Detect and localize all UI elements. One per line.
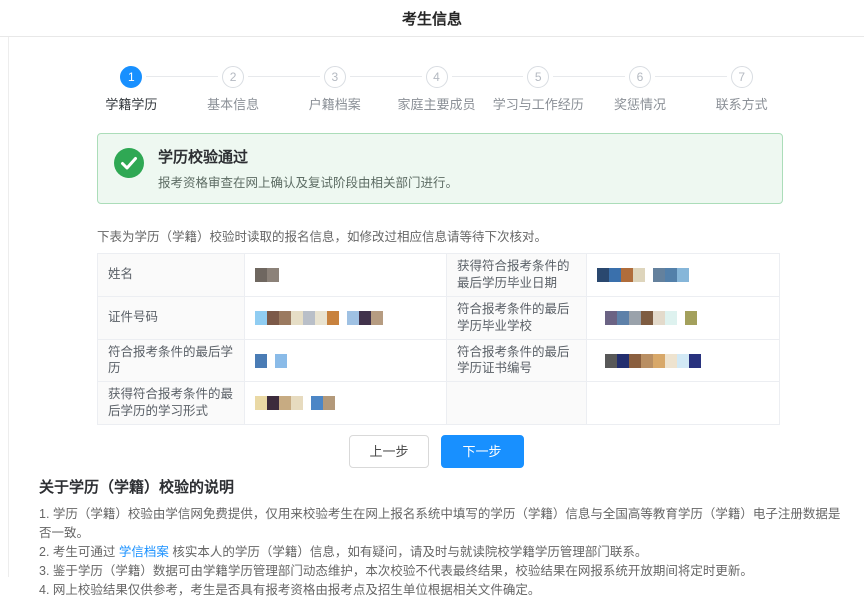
verification-success-alert: 学历校验通过 报考资格审查在网上确认及复试阶段由相关部门进行。 (97, 133, 783, 204)
page-title: 考生信息 (402, 8, 462, 29)
step-connector (452, 76, 488, 77)
step-4[interactable]: 4 家庭主要成员 (386, 65, 488, 113)
field-label-grad-date: 获得符合报考条件的最后学历毕业日期 (447, 254, 587, 297)
redacted-value (255, 396, 335, 410)
field-label-empty (447, 382, 587, 425)
stepper: 1 学籍学历 2 基本信息 3 户籍档案 4 家庭主要成员 5 学习与工作经历 … (81, 65, 793, 113)
step-4-circle: 4 (426, 66, 448, 88)
field-value-grad-school (587, 296, 780, 339)
step-5-circle: 5 (527, 66, 549, 88)
footer-item-4: 4. 网上校验结果仅供参考，考生是否具有报考资格由报考点及招生单位根据相关文件确… (39, 581, 850, 600)
field-value-empty (587, 382, 780, 425)
footer-item-2-text: 2. 考生可通过 (39, 545, 119, 559)
table-row: 姓名 获得符合报考条件的最后学历毕业日期 (98, 254, 780, 297)
table-row: 证件号码 符合报考条件的最后学历毕业学校 (98, 296, 780, 339)
table-row: 获得符合报考条件的最后学历的学习形式 (98, 382, 780, 425)
step-3-circle: 3 (324, 66, 346, 88)
footer-item-3: 3. 鉴于学历（学籍）数据可由学籍学历管理部门动态维护，本次校验不代表最终结果，… (39, 562, 850, 581)
prev-step-button[interactable]: 上一步 (349, 435, 428, 468)
step-5[interactable]: 5 学习与工作经历 (487, 65, 589, 113)
step-3[interactable]: 3 户籍档案 (284, 65, 386, 113)
alert-title: 学历校验通过 (158, 146, 458, 167)
next-step-button[interactable]: 下一步 (441, 435, 524, 468)
step-connector (553, 76, 589, 77)
candidate-info-table: 姓名 获得符合报考条件的最后学历毕业日期 证件号码 符合报考条件的最后学历毕业学… (97, 253, 780, 425)
step-label: 联系方式 (691, 94, 793, 113)
step-connector (81, 76, 117, 77)
wizard-buttons: 上一步 下一步 (9, 435, 864, 468)
xuexin-archive-link[interactable]: 学信档案 (119, 545, 169, 559)
step-7-circle: 7 (731, 66, 753, 88)
field-value-cert-number (587, 339, 780, 382)
redacted-value (597, 310, 697, 324)
step-connector (386, 76, 422, 77)
step-2-circle: 2 (222, 66, 244, 88)
step-connector (757, 76, 793, 77)
step-6-circle: 6 (629, 66, 651, 88)
step-label: 户籍档案 (284, 94, 386, 113)
step-label: 学籍学历 (81, 94, 183, 113)
step-label: 学习与工作经历 (487, 94, 589, 113)
main-panel: 1 学籍学历 2 基本信息 3 户籍档案 4 家庭主要成员 5 学习与工作经历 … (8, 37, 864, 577)
footer-item-1: 1. 学历（学籍）校验由学信网免费提供，仅用来校验考生在网上报名系统中填写的学历… (39, 505, 850, 543)
step-connector (284, 76, 320, 77)
step-6[interactable]: 6 奖惩情况 (589, 65, 691, 113)
field-label-name: 姓名 (98, 254, 245, 297)
step-connector (182, 76, 218, 77)
redacted-value (255, 268, 279, 282)
field-label-grad-school: 符合报考条件的最后学历毕业学校 (447, 296, 587, 339)
footer-notes: 关于学历（学籍）校验的说明 1. 学历（学籍）校验由学信网免费提供，仅用来校验考… (39, 476, 850, 600)
field-value-name (245, 254, 447, 297)
step-connector (350, 76, 386, 77)
step-connector (589, 76, 625, 77)
field-value-grad-date (587, 254, 780, 297)
field-label-study-form: 获得符合报考条件的最后学历的学习形式 (98, 382, 245, 425)
redacted-value (255, 353, 287, 367)
footer-item-2-text: 核实本人的学历（学籍）信息，如有疑问，请及时与就读院校学籍学历管理部门联系。 (169, 545, 647, 559)
success-check-icon (114, 148, 144, 178)
step-connector (248, 76, 284, 77)
table-note: 下表为学历（学籍）校验时读取的报名信息，如修改过相应信息请等待下次核对。 (97, 226, 864, 245)
page-header: 考生信息 (0, 0, 864, 37)
field-label-cert-number: 符合报考条件的最后学历证书编号 (447, 339, 587, 382)
redacted-value (597, 353, 701, 367)
step-2[interactable]: 2 基本信息 (182, 65, 284, 113)
step-7[interactable]: 7 联系方式 (691, 65, 793, 113)
step-label: 家庭主要成员 (386, 94, 488, 113)
step-label: 基本信息 (182, 94, 284, 113)
step-connector (655, 76, 691, 77)
alert-text: 学历校验通过 报考资格审查在网上确认及复试阶段由相关部门进行。 (158, 146, 458, 191)
footer-item-2: 2. 考生可通过 学信档案 核实本人的学历（学籍）信息，如有疑问，请及时与就读院… (39, 543, 850, 562)
step-connector (146, 76, 182, 77)
field-value-last-degree (245, 339, 447, 382)
step-1-circle: 1 (120, 66, 142, 88)
redacted-value (255, 310, 383, 324)
step-label: 奖惩情况 (589, 94, 691, 113)
alert-description: 报考资格审查在网上确认及复试阶段由相关部门进行。 (158, 172, 458, 191)
step-1[interactable]: 1 学籍学历 (81, 65, 183, 113)
footer-heading: 关于学历（学籍）校验的说明 (39, 476, 850, 497)
field-label-id-number: 证件号码 (98, 296, 245, 339)
field-value-id-number (245, 296, 447, 339)
field-value-study-form (245, 382, 447, 425)
step-connector (487, 76, 523, 77)
step-connector (691, 76, 727, 77)
table-row: 符合报考条件的最后学历 符合报考条件的最后学历证书编号 (98, 339, 780, 382)
field-label-last-degree: 符合报考条件的最后学历 (98, 339, 245, 382)
redacted-value (597, 268, 689, 282)
